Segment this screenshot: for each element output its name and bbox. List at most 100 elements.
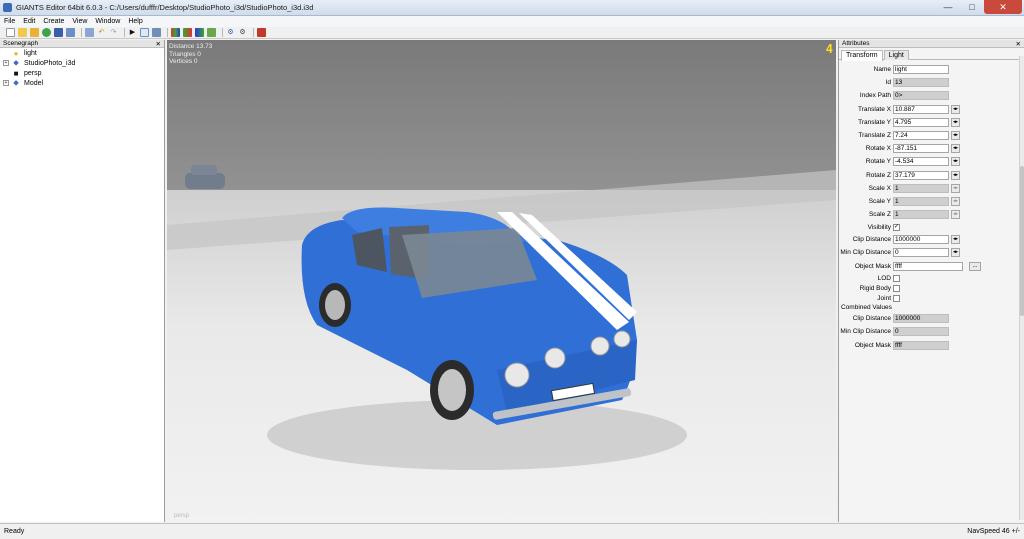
attr-label: Name: [873, 65, 891, 73]
camera-view-icon[interactable]: [152, 28, 161, 37]
tree-expander[interactable]: +: [3, 60, 9, 66]
rotate-tool-icon[interactable]: [183, 28, 192, 37]
menu-edit[interactable]: Edit: [23, 18, 35, 25]
status-text: Ready: [4, 528, 25, 535]
lod-checkbox[interactable]: [893, 274, 900, 282]
object-mask-browse-button[interactable]: ...: [969, 261, 981, 271]
tree-expander[interactable]: +: [3, 80, 9, 86]
play-icon[interactable]: ▶: [128, 28, 137, 37]
tree-item-studiophoto[interactable]: + ⬥ StudioPhoto_i3d: [0, 58, 164, 68]
print-icon[interactable]: [85, 28, 94, 37]
translate-z-spinner[interactable]: ◂▸: [951, 130, 960, 140]
redo-icon[interactable]: ↷: [109, 28, 118, 37]
visibility-checkbox[interactable]: ✓: [893, 223, 900, 231]
translate-tool-icon[interactable]: [171, 28, 180, 37]
min-clip-distance-field[interactable]: 0: [893, 247, 949, 257]
camera-icon: ■: [13, 68, 19, 78]
minimize-button[interactable]: —: [936, 0, 960, 14]
menu-create[interactable]: Create: [43, 18, 64, 25]
rotate-x-spinner[interactable]: ◂▸: [951, 143, 960, 153]
bulb-icon: ●: [13, 48, 19, 58]
viewport-stats: Distance 13.73 Triangles 0 Vertices 0: [169, 43, 212, 66]
attr-row-visibility: Visibility ✓: [839, 222, 1024, 232]
paint-tool-icon[interactable]: [207, 28, 216, 37]
clip-distance-field[interactable]: 1000000: [893, 234, 949, 244]
record-icon[interactable]: [257, 28, 266, 37]
attr-row-index-path: Index Path 0>: [839, 90, 1024, 100]
object-mask-field[interactable]: ffff: [893, 261, 963, 271]
menu-window[interactable]: Window: [95, 18, 120, 25]
attributes-scrollbar[interactable]: [1019, 56, 1024, 520]
tree-item-persp[interactable]: ■ persp: [0, 68, 164, 78]
attr-label: Scale Y: [868, 197, 891, 205]
3d-viewport[interactable]: Distance 13.73 Triangles 0 Vertices 0 4 …: [167, 40, 836, 522]
attr-label: Object Mask: [854, 341, 891, 349]
toolbar-separator: [167, 28, 168, 37]
maximize-button[interactable]: □: [960, 0, 984, 14]
translate-y-field[interactable]: 4.795: [893, 117, 949, 127]
attr-label: Min Clip Distance: [840, 327, 891, 335]
rotate-y-spinner[interactable]: ◂▸: [951, 156, 960, 166]
translate-x-spinner[interactable]: ◂▸: [951, 104, 960, 114]
attr-row-scale-z: Scale Z 1 ◂▸: [839, 209, 1024, 219]
new-file-icon[interactable]: [6, 28, 15, 37]
attr-row-object-mask: Object Mask ffff ...: [839, 261, 1024, 271]
attr-label: Translate Z: [858, 131, 891, 139]
save-icon[interactable]: [54, 28, 63, 37]
attr-row-lod: LOD: [839, 273, 1024, 283]
combined-values-heading: Combined Values: [841, 304, 892, 311]
attr-row-combined-min-clip: Min Clip Distance 0: [839, 326, 1024, 336]
translate-y-spinner[interactable]: ◂▸: [951, 117, 960, 127]
rotate-z-spinner[interactable]: ◂▸: [951, 170, 960, 180]
attributes-title: Attributes: [842, 40, 870, 47]
refresh-icon[interactable]: [42, 28, 51, 37]
open-folder-icon[interactable]: [18, 28, 27, 37]
rotate-x-field[interactable]: -87.151: [893, 143, 949, 153]
close-window-button[interactable]: ✕: [984, 0, 1022, 14]
translate-x-field[interactable]: 10.887: [893, 104, 949, 114]
toolbar-separator: [253, 28, 254, 37]
attr-label: Joint: [877, 294, 891, 302]
menu-file[interactable]: File: [4, 18, 15, 25]
transform-group-icon: ⬥: [13, 58, 19, 67]
scale-tool-icon[interactable]: [195, 28, 204, 37]
combined-object-mask-field: ffff: [893, 340, 949, 350]
attributes-header: Attributes ✕: [839, 40, 1024, 48]
select-mode-icon[interactable]: [140, 28, 149, 37]
attr-label: Index Path: [859, 91, 891, 99]
rotate-y-field[interactable]: -4.534: [893, 156, 949, 166]
tab-transform[interactable]: Transform: [841, 50, 883, 61]
toolbar-separator: [124, 28, 125, 37]
undo-icon[interactable]: ↶: [97, 28, 106, 37]
tree-item-light[interactable]: ● light: [0, 48, 164, 58]
attr-label: Translate Y: [858, 118, 891, 126]
joint-checkbox[interactable]: [893, 294, 900, 302]
scale-y-spinner: ◂▸: [951, 196, 960, 206]
nav-speed-readout: NavSpeed 46 +/-: [967, 528, 1020, 535]
tab-light[interactable]: Light: [883, 50, 909, 60]
rotate-z-field[interactable]: 37.179: [893, 170, 949, 180]
scenegraph-close-icon[interactable]: ✕: [156, 40, 161, 48]
translate-z-field[interactable]: 7.24: [893, 130, 949, 140]
menu-view[interactable]: View: [72, 18, 87, 25]
attr-label: LOD: [877, 274, 891, 282]
scrollbar-thumb[interactable]: [1020, 166, 1024, 316]
attributes-close-icon[interactable]: ✕: [1016, 40, 1021, 48]
blue-car-model: [301, 207, 637, 425]
tree-item-model[interactable]: + ⬥ Model: [0, 78, 164, 88]
attributes-tabs: Transform Light: [839, 48, 1024, 61]
stat-vertices: Vertices 0: [169, 58, 198, 65]
min-clip-distance-spinner[interactable]: ◂▸: [951, 247, 960, 257]
clip-distance-spinner[interactable]: ◂▸: [951, 234, 960, 244]
import-icon[interactable]: [30, 28, 39, 37]
menu-help[interactable]: Help: [128, 18, 142, 25]
settings-gear-icon[interactable]: ⚙: [226, 28, 235, 37]
options-gear-icon[interactable]: ⚙: [238, 28, 247, 37]
attr-label: Object Mask: [854, 262, 891, 270]
name-field[interactable]: light: [893, 64, 949, 74]
rigid-body-checkbox[interactable]: [893, 284, 900, 292]
toolbar-separator: [81, 28, 82, 37]
attr-row-min-clip-distance: Min Clip Distance 0 ◂▸: [839, 247, 1024, 257]
transform-group-icon: ⬥: [13, 78, 19, 87]
save-as-icon[interactable]: [66, 28, 75, 37]
